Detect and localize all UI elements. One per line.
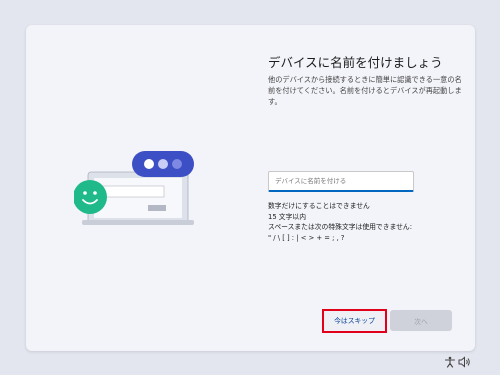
device-illustration <box>74 151 194 225</box>
skip-button[interactable]: 今はスキップ <box>322 309 387 333</box>
rule-max-length: 15 文字以内 <box>268 212 306 221</box>
next-button[interactable]: 次へ <box>390 310 452 331</box>
accessibility-icon[interactable] <box>444 356 456 368</box>
rule-not-only-numbers: 数字だけにすることはできません <box>268 202 370 210</box>
page-title: デバイスに名前を付けましょう <box>268 55 443 70</box>
laptop-keyboard <box>82 220 194 225</box>
laptop-screen <box>94 178 182 218</box>
page-description: 他のデバイスから接続するときに簡単に認識できる一意の名前を付けてください。名前を… <box>268 75 462 106</box>
volume-icon[interactable] <box>458 356 472 368</box>
rule-special-char-list: " / \ [ ] : | < > + = ; , ? <box>268 233 345 242</box>
naming-rules: 数字だけにすることはできません 15 文字以内 スペースまたは次の特殊文字は使用… <box>268 201 473 243</box>
rule-no-special-chars: スペースまたは次の特殊文字は使用できません: <box>268 223 413 231</box>
mini-button <box>148 205 166 211</box>
device-name-input[interactable] <box>268 171 414 192</box>
mini-input <box>97 185 165 198</box>
smile-avatar <box>74 180 107 214</box>
